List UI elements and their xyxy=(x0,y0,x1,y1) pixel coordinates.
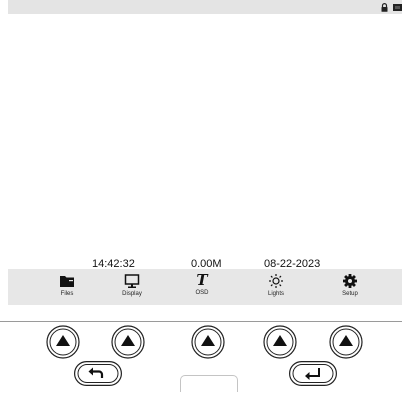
up-button-4[interactable] xyxy=(263,325,297,359)
text-icon: T xyxy=(172,272,232,288)
menu-setup-label: Setup xyxy=(320,290,380,298)
bottom-menu-bar: Files Display T OSD xyxy=(8,269,402,305)
menu-display[interactable]: Display xyxy=(102,271,162,303)
up-button-1[interactable] xyxy=(46,325,80,359)
battery-icon xyxy=(393,4,402,11)
enter-button[interactable] xyxy=(289,361,337,386)
menu-display-label: Display xyxy=(102,290,162,298)
up-button-2[interactable] xyxy=(111,325,145,359)
up-button-5[interactable] xyxy=(329,325,363,359)
monitor-icon xyxy=(124,273,140,289)
menu-files-label: Files xyxy=(37,290,97,298)
menu-osd-label: OSD xyxy=(172,289,232,297)
menu-lights-label: Lights xyxy=(246,290,306,298)
menu-files[interactable]: Files xyxy=(37,271,97,303)
bottom-tray xyxy=(180,375,238,392)
menu-osd[interactable]: T OSD xyxy=(172,271,232,303)
sun-icon xyxy=(268,273,284,289)
top-status-bar xyxy=(8,0,402,14)
up-button-3[interactable] xyxy=(191,325,225,359)
lock-icon xyxy=(381,3,388,12)
gear-icon xyxy=(342,273,358,289)
viewer-screen: 14:42:32 0.00M 08-22-2023 Files Display … xyxy=(8,0,402,305)
folder-icon xyxy=(59,273,75,289)
back-button[interactable] xyxy=(74,361,122,386)
menu-setup[interactable]: Setup xyxy=(320,271,380,303)
menu-lights[interactable]: Lights xyxy=(246,271,306,303)
